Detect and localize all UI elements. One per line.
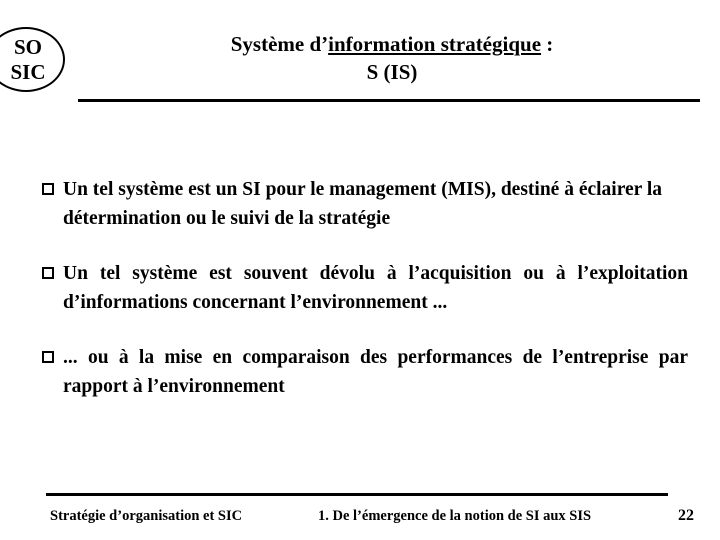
logo-line-bottom: SIC [10,60,46,84]
title-prefix: Système d’ [230,32,329,56]
slide-body: Un tel système est un SI pour le managem… [42,175,688,401]
header-divider [78,99,700,102]
footer-course-title: Stratégie d’organisation et SIC [50,508,243,524]
open-square-bullet-icon [42,267,54,279]
bullet-item: ... ou à la mise en comparaison des perf… [42,343,688,401]
title-underlined-phrase: information stratégique [328,32,542,56]
footer-page-number: 22 [678,507,694,524]
slide-header: SO SIC Système d’information stratégique… [0,0,720,112]
footer-divider [46,493,668,496]
slide-title-line-1: Système d’information stratégique : [86,30,698,58]
bullet-item: Un tel système est souvent dévolu à l’ac… [42,259,688,317]
logo-line-top: SO [13,35,42,59]
sosic-logo: SO SIC [0,27,65,92]
footer-section-title: 1. De l’émergence de la notion de SI aux… [318,508,592,524]
bullet-item-text: ... ou à la mise en comparaison des perf… [63,347,688,397]
bullet-item: Un tel système est un SI pour le managem… [42,175,688,233]
open-square-bullet-icon [42,183,54,195]
bullet-item-text: Un tel système est un SI pour le managem… [63,179,663,229]
title-suffix: : [541,32,554,56]
slide-title: Système d’information stratégique : S (I… [86,30,698,86]
slide-footer: Stratégie d’organisation et SIC 1. De l’… [0,506,720,534]
bullet-item-text: Un tel système est souvent dévolu à l’ac… [63,263,688,313]
open-square-bullet-icon [42,351,54,363]
slide-title-line-2: S (IS) [366,60,418,84]
